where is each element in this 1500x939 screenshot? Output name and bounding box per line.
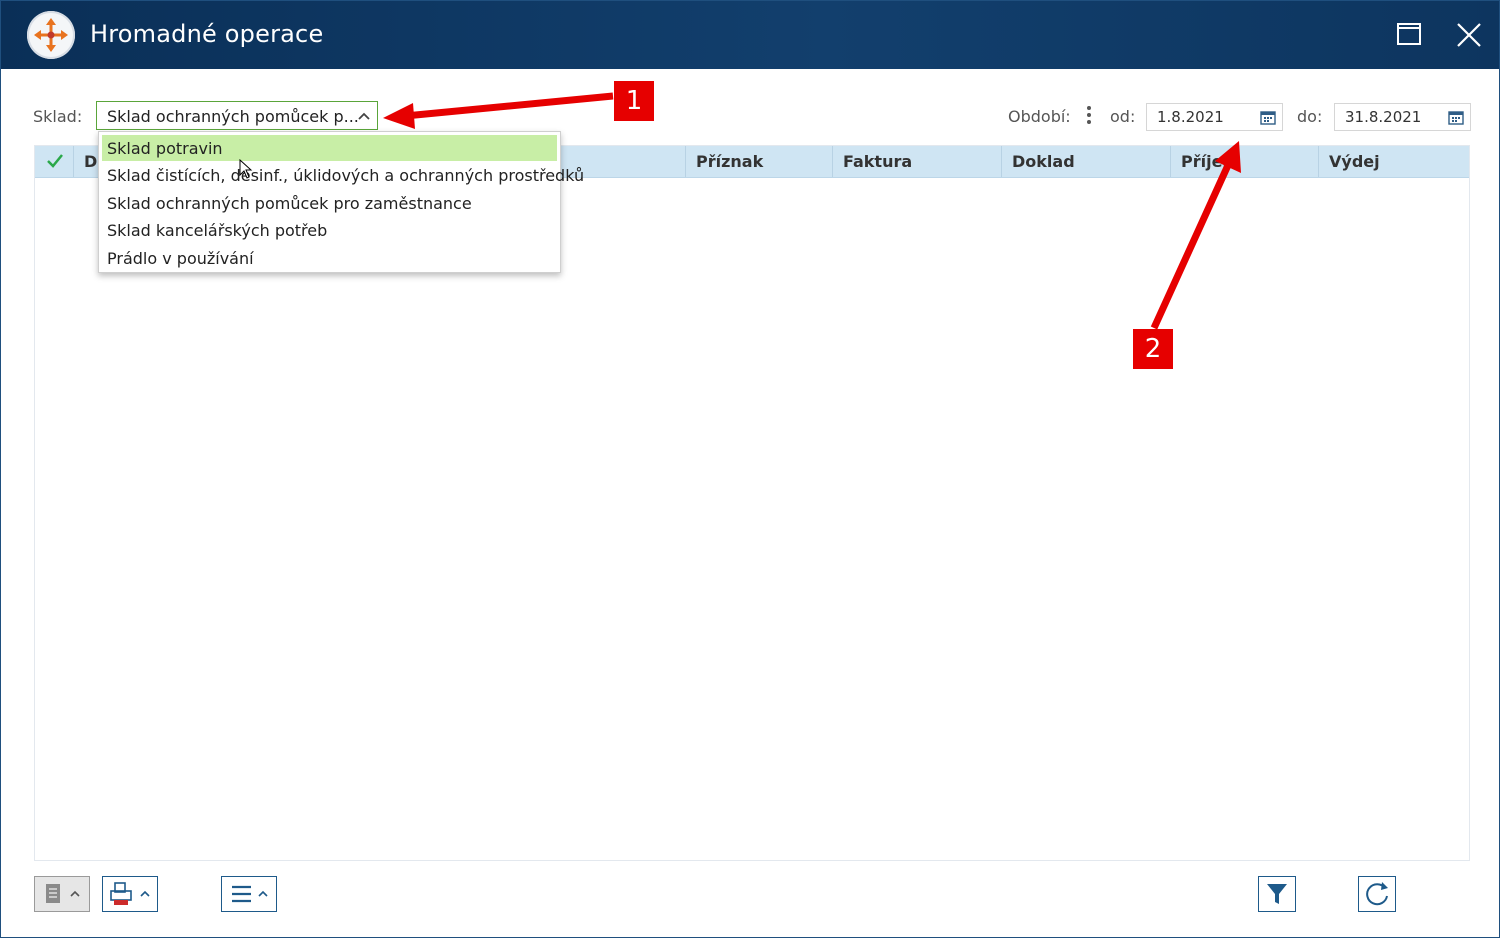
calendar-icon[interactable] [1448,110,1464,125]
dropdown-item[interactable]: Sklad potravin [102,135,557,161]
column-header-issue[interactable]: Výdej [1318,146,1469,177]
document-icon [46,884,80,903]
main-window: Hromadné operace Sklad: Sklad ochranných… [0,0,1500,938]
dropdown-item[interactable]: Sklad čistících, desinf., úklidových a o… [102,162,584,188]
filter-icon [1267,884,1287,904]
warehouse-value: Sklad ochranných pomůcek p... [107,107,359,126]
annotation-badge-2: 2 [1133,329,1173,369]
refresh-button[interactable] [1358,876,1396,912]
to-date-field[interactable]: 31.8.2021 [1334,103,1471,131]
column-header-receipt[interactable]: Příjem [1170,146,1318,177]
window-title: Hromadné operace [90,20,324,48]
close-icon [1457,23,1481,47]
column-header-document[interactable]: Doklad [1001,146,1170,177]
list-menu-button[interactable] [221,876,277,912]
print-menu-button[interactable] [102,876,158,912]
mouse-cursor-icon [239,159,253,179]
filter-button[interactable] [1258,876,1296,912]
from-date-value: 1.8.2021 [1157,108,1224,126]
document-menu-button[interactable] [34,876,90,912]
warehouse-combobox[interactable]: Sklad ochranných pomůcek p... [96,101,378,130]
dropdown-item[interactable]: Sklad kancelářských potřeb [102,217,557,243]
column-header-invoice[interactable]: Faktura [832,146,1001,177]
calendar-icon[interactable] [1260,110,1276,125]
warehouse-label: Sklad: [33,107,83,126]
close-button[interactable] [1451,17,1487,53]
to-label: do: [1297,107,1323,126]
app-compass-icon [27,11,75,59]
dropdown-item[interactable]: Prádlo v používání [102,245,557,271]
to-date-value: 31.8.2021 [1345,108,1422,126]
hamburger-menu-icon [232,885,268,903]
checkmark-icon [47,154,63,168]
chevron-up-icon [358,112,370,120]
from-date-field[interactable]: 1.8.2021 [1146,103,1283,131]
column-header-flag[interactable]: Příznak [685,146,832,177]
maximize-icon [1397,23,1421,45]
warehouse-dropdown-list: Sklad potravin Sklad čistících, desinf.,… [98,131,584,273]
title-bar: Hromadné operace [1,1,1499,69]
from-label: od: [1110,107,1136,126]
period-label: Období: [1008,107,1071,126]
select-all-checkbox[interactable] [35,146,73,177]
maximize-button[interactable] [1391,17,1427,53]
refresh-icon [1366,882,1388,906]
dropdown-item[interactable]: Sklad ochranných pomůcek pro zaměstnance [102,190,557,216]
printer-icon [110,882,150,905]
period-menu-icon[interactable] [1085,105,1093,129]
annotation-badge-1: 1 [614,81,654,121]
